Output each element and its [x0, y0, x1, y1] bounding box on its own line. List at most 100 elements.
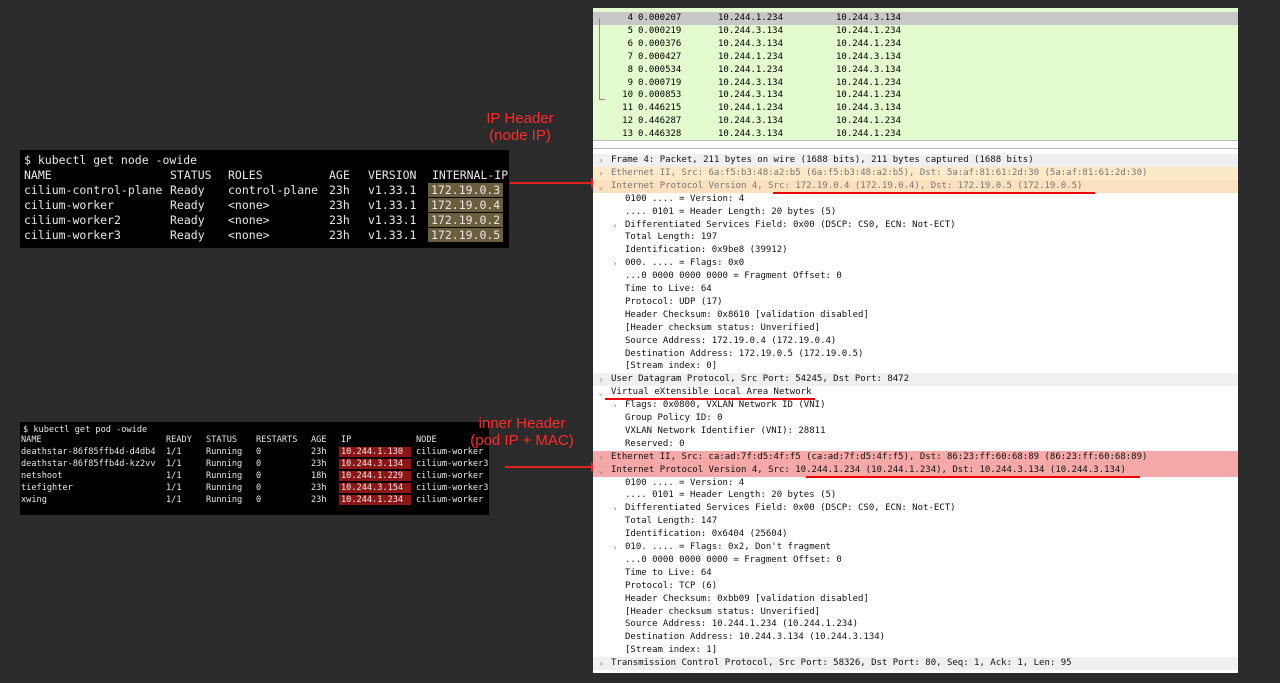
detail-row[interactable]: › Differentiated Services Field: 0x00 (DS…	[593, 219, 1238, 232]
detail-row[interactable]: [Header checksum status: Unverified]	[593, 606, 1238, 619]
expand-right-icon[interactable]: ›	[597, 154, 605, 167]
pod-cell: 0	[256, 459, 262, 469]
pod-ip: 10.244.1.229	[339, 471, 411, 481]
expand-right-icon[interactable]: ›	[611, 219, 619, 232]
packet-time: 0.000376	[638, 38, 682, 49]
pod-header-cell: READY	[166, 435, 192, 445]
packet-details[interactable]: › Frame 4: Packet, 211 bytes on wire (168…	[593, 151, 1238, 673]
detail-row[interactable]: › Ethernet II, Src: ca:ad:7f:d5:4f:f5 (ca…	[593, 450, 1238, 464]
pod-cell: 23h	[311, 495, 327, 505]
detail-row[interactable]: .... 0101 = Header Length: 20 bytes (5)	[593, 489, 1238, 502]
expand-right-icon[interactable]: ›	[611, 502, 619, 515]
detail-row[interactable]: Protocol: UDP (17)	[593, 296, 1238, 309]
packet-source: 10.244.3.134	[718, 116, 784, 127]
detail-row[interactable]: Destination Address: 10.244.3.134 (10.24…	[593, 631, 1238, 644]
packet-row[interactable]: 5 0.000219 10.244.3.134 10.244.1.234	[593, 25, 1238, 38]
detail-row[interactable]: Source Address: 10.244.1.234 (10.244.1.2…	[593, 618, 1238, 631]
pod-cell: netshoot	[21, 471, 63, 481]
detail-text: .... 0101 = Header Length: 20 bytes (5)	[625, 206, 837, 217]
node-cell: cilium-worker3	[24, 228, 121, 242]
packet-time: 0.000534	[638, 64, 682, 75]
node-cell: 23h	[329, 198, 350, 212]
packet-row[interactable]: 4 0.000207 10.244.1.234 10.244.3.134	[593, 12, 1238, 25]
detail-row[interactable]: Header Checksum: 0x8610 [validation disa…	[593, 309, 1238, 322]
pod-cell: Running	[206, 471, 243, 481]
detail-row[interactable]: Group Policy ID: 0	[593, 412, 1238, 425]
packet-time: 0.000853	[638, 90, 682, 101]
detail-row[interactable]: Time to Live: 64	[593, 567, 1238, 580]
detail-row[interactable]: Total Length: 197	[593, 231, 1238, 244]
packet-source: 10.244.3.134	[718, 129, 784, 140]
expand-right-icon[interactable]: ›	[611, 541, 619, 554]
node-internal-ip: 172.19.0.4	[428, 198, 504, 212]
detail-row[interactable]: ...0 0000 0000 0000 = Fragment Offset: 0	[593, 554, 1238, 567]
detail-row[interactable]: Destination Address: 172.19.0.5 (172.19.…	[593, 348, 1238, 361]
expand-right-icon[interactable]: ›	[597, 451, 605, 464]
detail-row[interactable]: Reserved: 0	[593, 438, 1238, 451]
inner-header-arrow	[505, 462, 599, 472]
expand-down-icon[interactable]: ⌄	[597, 464, 605, 477]
detail-row[interactable]: › 000. .... = Flags: 0x0	[593, 257, 1238, 270]
packet-row[interactable]: 13 0.446328 10.244.3.134 10.244.1.234	[593, 128, 1238, 140]
detail-text: 0100 .... = Version: 4	[625, 193, 745, 204]
expand-right-icon[interactable]: ›	[597, 167, 605, 180]
packet-row[interactable]: 11 0.446215 10.244.1.234 10.244.3.134	[593, 102, 1238, 115]
detail-text: Protocol: UDP (17)	[625, 296, 723, 307]
expand-right-icon[interactable]: ›	[611, 257, 619, 270]
packet-row[interactable]: 7 0.000427 10.244.1.234 10.244.3.134	[593, 51, 1238, 64]
detail-row[interactable]: Identification: 0x9be8 (39912)	[593, 244, 1238, 257]
detail-row[interactable]: Source Address: 172.19.0.4 (172.19.0.4)	[593, 335, 1238, 348]
detail-row[interactable]: [Stream index: 1]	[593, 644, 1238, 657]
pod-cell: 23h	[311, 483, 327, 493]
detail-row[interactable]: Time to Live: 64	[593, 283, 1238, 296]
detail-row[interactable]: Header Checksum: 0xbb09 [validation disa…	[593, 593, 1238, 606]
expand-down-icon[interactable]: ⌄	[597, 386, 605, 399]
detail-text: Total Length: 147	[625, 516, 718, 527]
expand-right-icon[interactable]: ›	[611, 399, 619, 412]
detail-text: Source Address: 10.244.1.234 (10.244.1.2…	[625, 619, 858, 630]
packet-no: 5	[627, 25, 633, 36]
node-header-cell: VERSION	[368, 168, 417, 182]
expand-right-icon[interactable]: ›	[597, 373, 605, 386]
detail-row[interactable]: Identification: 0x6404 (25604)	[593, 528, 1238, 541]
detail-row[interactable]: › Differentiated Services Field: 0x00 (DS…	[593, 502, 1238, 515]
packet-row[interactable]: 8 0.000534 10.244.1.234 10.244.3.134	[593, 64, 1238, 77]
packet-row[interactable]: 6 0.000376 10.244.3.134 10.244.1.234	[593, 38, 1238, 51]
packet-source: 10.244.1.234	[718, 51, 784, 62]
detail-row[interactable]: › 010. .... = Flags: 0x2, Don't fragment	[593, 541, 1238, 554]
pod-header-cell: NODE	[416, 435, 437, 445]
detail-row[interactable]: VXLAN Network Identifier (VNI): 28811	[593, 425, 1238, 438]
expand-down-icon[interactable]: ⌄	[597, 180, 605, 193]
packet-time: 0.000719	[638, 77, 682, 88]
detail-row[interactable]: › Ethernet II, Src: 6a:f5:b3:48:a2:b5 (6a…	[593, 166, 1238, 180]
packet-no: 10	[622, 90, 633, 101]
detail-row[interactable]: ...0 0000 0000 0000 = Fragment Offset: 0	[593, 270, 1238, 283]
packet-list[interactable]: 4 0.000207 10.244.1.234 10.244.3.134 5 0.0002…	[593, 8, 1238, 140]
detail-text: Time to Live: 64	[625, 567, 712, 578]
pod-cell: cilium-worker3	[416, 459, 489, 469]
pod-cell: 1/1	[166, 495, 182, 505]
packet-row[interactable]: 9 0.000719 10.244.3.134 10.244.1.234	[593, 77, 1238, 90]
detail-row[interactable]: Total Length: 147	[593, 515, 1238, 528]
detail-row[interactable]: Protocol: TCP (6)	[593, 580, 1238, 593]
pane-splitter[interactable]	[593, 140, 1238, 149]
detail-row[interactable]: › Flags: 0x0800, VXLAN Network ID (VNI)	[593, 399, 1238, 412]
detail-row[interactable]: › Transmission Control Protocol, Src Port…	[593, 657, 1238, 671]
node-cell: cilium-worker2	[24, 213, 121, 227]
detail-text: Identification: 0x9be8 (39912)	[625, 245, 788, 256]
detail-row[interactable]: › Frame 4: Packet, 211 bytes on wire (168…	[593, 154, 1238, 167]
detail-text: 0100 .... = Version: 4	[625, 477, 745, 488]
packet-no: 11	[622, 103, 633, 114]
packet-time: 0.000427	[638, 51, 682, 62]
expand-right-icon[interactable]: ›	[597, 657, 605, 670]
detail-row[interactable]: 0100 .... = Version: 4	[593, 477, 1238, 490]
packet-row[interactable]: 12 0.446287 10.244.3.134 10.244.1.234	[593, 115, 1238, 128]
detail-row[interactable]: 0100 .... = Version: 4	[593, 193, 1238, 206]
detail-row[interactable]: .... 0101 = Header Length: 20 bytes (5)	[593, 206, 1238, 219]
ip-header-arrow	[510, 178, 599, 188]
packet-row[interactable]: 10 0.000853 10.244.3.134 10.244.1.234	[593, 89, 1238, 102]
detail-row[interactable]: [Header checksum status: Unverified]	[593, 322, 1238, 335]
packet-time: 0.000219	[638, 25, 682, 36]
detail-row[interactable]: [Stream index: 0]	[593, 360, 1238, 373]
detail-row[interactable]: › User Datagram Protocol, Src Port: 54245…	[593, 373, 1238, 387]
